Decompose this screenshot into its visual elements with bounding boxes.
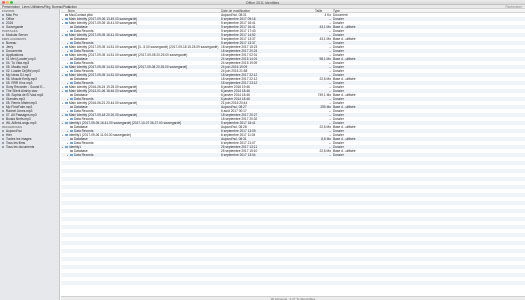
empty-row	[61, 281, 525, 285]
location-icon	[2, 13, 5, 17]
file-icon	[70, 25, 73, 29]
location-icon	[2, 77, 5, 81]
folder-icon	[65, 89, 68, 93]
file-icon	[70, 37, 73, 41]
folder-icon	[70, 69, 73, 73]
location-icon	[2, 69, 5, 73]
folder-icon	[70, 129, 73, 133]
location-icon	[2, 109, 5, 113]
location-icon	[2, 41, 5, 45]
location-icon	[2, 93, 5, 97]
sidebar-item[interactable]: Sauvegarde	[0, 25, 59, 29]
location-icon	[2, 133, 5, 137]
location-icon	[2, 25, 5, 29]
folder-icon	[65, 113, 68, 117]
location-icon	[2, 53, 5, 57]
folder-icon	[70, 29, 73, 33]
folder-icon	[65, 33, 68, 37]
sidebar-item-label: Sauvegarde	[6, 25, 24, 29]
folder-icon	[70, 61, 73, 65]
rows-container: MsoContact.plist Aujourd'hui, 08:31 4 Ko Do…	[61, 13, 525, 285]
location-icon	[2, 129, 5, 133]
folder-icon	[65, 53, 68, 57]
location-icon	[2, 33, 5, 37]
location-icon	[2, 73, 5, 77]
location-icon	[2, 101, 5, 105]
location-icon	[2, 141, 5, 145]
folder-icon	[65, 45, 68, 49]
location-icon	[2, 97, 5, 101]
location-icon	[2, 85, 5, 89]
location-icon	[2, 81, 5, 85]
folder-icon	[65, 121, 68, 125]
finder-window: Office 2011 Identities Présentation Lien…	[0, 0, 525, 300]
folder-icon	[65, 101, 68, 105]
location-icon	[2, 113, 5, 117]
folder-icon	[65, 85, 68, 89]
folder-icon	[65, 17, 68, 21]
location-icon	[2, 57, 5, 61]
location-icon	[2, 89, 5, 93]
folder-icon	[70, 141, 73, 145]
folder-icon	[70, 81, 73, 85]
location-icon	[2, 137, 5, 141]
sidebar-item[interactable]: WL AMeloLangu.mp3	[0, 121, 59, 125]
sidebar-item-label: Modular Server	[6, 33, 28, 37]
location-icon	[2, 145, 5, 149]
file-icon	[70, 149, 73, 153]
location-icon	[2, 65, 5, 69]
sidebar-item-label: Tous les documents	[6, 145, 35, 149]
file-icon	[70, 137, 73, 141]
location-icon	[2, 61, 5, 65]
folder-icon	[70, 49, 73, 53]
folder-icon	[65, 145, 68, 149]
folder-icon	[70, 109, 73, 113]
location-icon	[2, 45, 5, 49]
file-icon	[70, 93, 73, 97]
status-bar: 36 éléments ; 2,27 To disponibles	[61, 296, 525, 300]
folder-icon	[65, 73, 68, 77]
location-icon	[2, 121, 5, 125]
folder-icon	[70, 117, 73, 121]
folder-icon	[70, 97, 73, 101]
location-icon	[2, 117, 5, 121]
file-list: Nom Date de modification Taille Type Mso…	[61, 9, 525, 300]
file-icon	[70, 125, 73, 129]
location-icon	[2, 49, 5, 53]
sidebar-item-label: WL AMeloLangu.mp3	[6, 121, 37, 125]
sidebar-item[interactable]: Modular Server	[0, 33, 59, 37]
file-icon	[70, 105, 73, 109]
file-icon	[65, 13, 68, 17]
location-icon	[2, 105, 5, 109]
location-icon	[2, 21, 5, 25]
folder-icon	[70, 41, 73, 45]
folder-icon	[65, 133, 68, 137]
folder-icon	[65, 65, 68, 69]
folder-icon	[70, 153, 73, 157]
file-icon	[70, 57, 73, 61]
file-icon	[70, 77, 73, 81]
sidebar-item[interactable]: Tous les documents	[0, 145, 59, 149]
folder-icon	[65, 21, 68, 25]
sidebar: FAVORIS Mac Pro Office 2016 Sauvegarde PARTAG…	[0, 9, 60, 300]
location-icon	[2, 17, 5, 21]
